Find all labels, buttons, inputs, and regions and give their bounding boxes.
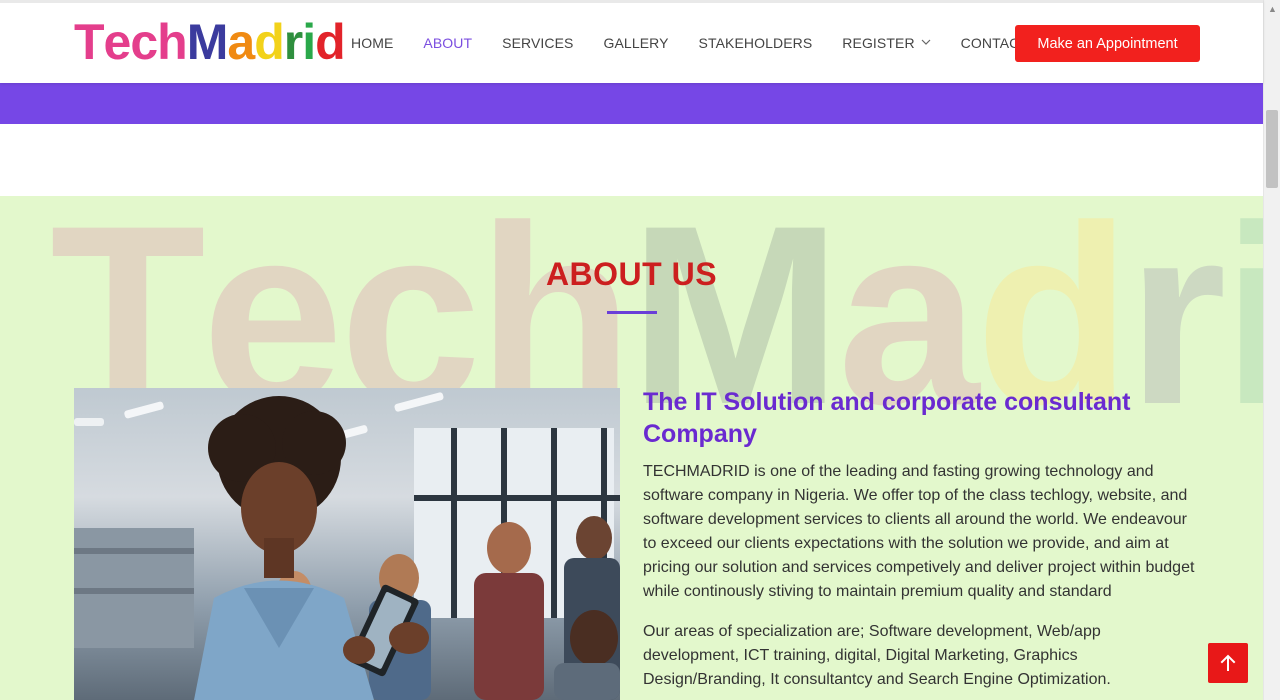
title-underline <box>607 311 657 314</box>
logo-letter: d <box>254 14 285 70</box>
nav-home[interactable]: HOME <box>351 35 393 51</box>
nav-services-label: SERVICES <box>502 35 574 51</box>
arrow-up-icon <box>1220 654 1236 671</box>
nav-about[interactable]: ABOUT <box>423 35 472 51</box>
presenter-photo-illustration <box>74 392 620 700</box>
nav-services[interactable]: SERVICES <box>502 35 573 51</box>
logo-letter: r <box>283 14 303 70</box>
page-scrollbar[interactable]: ▲ <box>1263 0 1280 700</box>
about-us-title: ABOUT US <box>545 256 718 292</box>
site-header: TechMadrid HOME ABOUT SERVICES GALLERY S… <box>0 0 1263 83</box>
about-paragraph-2: Our areas of specialization are; Softwar… <box>643 623 1111 688</box>
watermark-letter: i <box>1222 196 1263 458</box>
logo-letter: c <box>130 14 158 70</box>
make-appointment-button[interactable]: Make an Appointment <box>1015 25 1200 62</box>
nav-register[interactable]: REGISTER <box>842 35 931 51</box>
scrollbar-thumb[interactable] <box>1266 110 1278 188</box>
main-nav: HOME ABOUT SERVICES GALLERY STAKEHOLDERS… <box>336 3 1043 83</box>
nav-gallery-label: GALLERY <box>603 35 669 51</box>
about-section: TechMadrid ABOUT US <box>0 196 1263 700</box>
about-paragraph-1: TECHMADRID is one of the leading and fas… <box>643 463 1195 600</box>
logo-letter: M <box>186 14 229 70</box>
nav-stakeholders-label: STAKEHOLDERS <box>698 35 813 51</box>
techmadrid-logo[interactable]: TechMadrid <box>74 14 346 70</box>
nav-about-label: ABOUT <box>423 35 473 51</box>
logo-letter: e <box>103 14 132 70</box>
nav-stakeholders[interactable]: STAKEHOLDERS <box>699 35 813 51</box>
scroll-up-arrow-icon[interactable]: ▲ <box>1264 0 1280 17</box>
about-text-block: The IT Solution and corporate consultant… <box>643 386 1203 692</box>
about-heading: The IT Solution and corporate consultant… <box>643 388 1131 448</box>
chevron-down-icon <box>921 39 931 45</box>
nav-gallery[interactable]: GALLERY <box>604 35 669 51</box>
logo-letter: h <box>157 14 188 70</box>
purple-banner-strip <box>0 83 1263 124</box>
nav-register-label: REGISTER <box>842 35 915 51</box>
back-to-top-button[interactable] <box>1208 643 1248 683</box>
logo-letter: i <box>302 14 316 70</box>
nav-home-label: HOME <box>351 35 394 51</box>
presenter-photo <box>74 388 620 700</box>
logo-letter: a <box>227 14 255 70</box>
logo-letter: T <box>74 14 105 70</box>
